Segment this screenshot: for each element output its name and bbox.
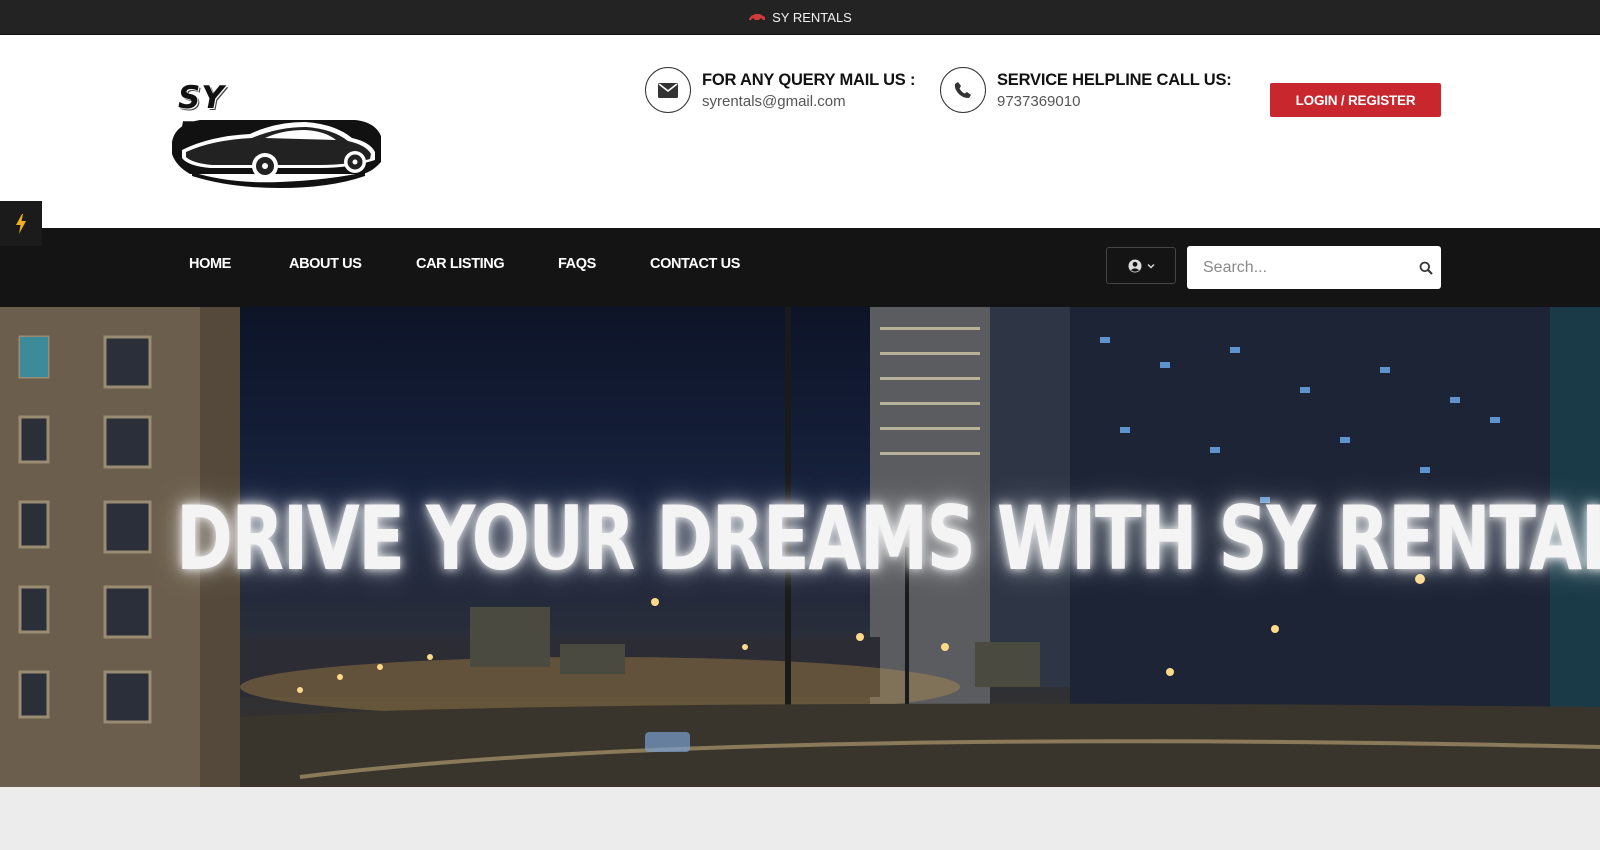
nav-contact-us[interactable]: CONTACT US (650, 256, 740, 272)
mail-title: FOR ANY QUERY MAIL US : (702, 70, 916, 89)
nav-about-us[interactable]: ABOUT US (289, 256, 362, 272)
site-header: SY RENTALS FOR ANY QUERY MAIL US : syren… (0, 35, 1600, 228)
user-menu-button[interactable] (1106, 247, 1176, 284)
page: SY RENTALS SY RENTALS FOR ANY QUERY MAIL… (0, 0, 1600, 850)
envelope-icon (645, 67, 691, 113)
phone-icon (940, 67, 986, 113)
lightning-icon (16, 213, 26, 234)
top-bar-brand[interactable]: SY RENTALS (748, 10, 852, 25)
search-input[interactable] (1187, 246, 1410, 289)
top-bar-brand-label: SY RENTALS (772, 9, 852, 25)
contact-phone: SERVICE HELPLINE CALL US: 9737369010 (940, 67, 1232, 113)
search-icon (1419, 261, 1433, 275)
nav-faqs[interactable]: FAQS (558, 256, 596, 272)
nav-car-listing[interactable]: CAR LISTING (416, 256, 505, 272)
nav-home[interactable]: HOME (189, 256, 231, 272)
top-bar: SY RENTALS (0, 0, 1600, 35)
flash-toggle[interactable] (0, 201, 42, 246)
main-nav: HOME ABOUT US CAR LISTING FAQS CONTACT U… (0, 228, 1600, 307)
chevron-down-icon (1147, 263, 1154, 268)
hero-banner: DRIVE YOUR DREAMS WITH SY RENTALS (0, 307, 1600, 787)
search-box (1187, 246, 1441, 289)
user-circle-icon (1128, 259, 1141, 272)
logo-car-icon (172, 120, 381, 188)
hero-title: DRIVE YOUR DREAMS WITH SY RENTALS (176, 487, 1600, 590)
car-icon (749, 14, 766, 22)
phone-number[interactable]: 9737369010 (997, 93, 1232, 110)
site-logo[interactable]: SY RENTALS (170, 80, 385, 220)
phone-title: SERVICE HELPLINE CALL US: (997, 70, 1232, 89)
contact-mail: FOR ANY QUERY MAIL US : syrentals@gmail.… (645, 67, 915, 113)
search-button[interactable] (1410, 246, 1441, 289)
content-area (0, 787, 1600, 850)
mail-address[interactable]: syrentals@gmail.com (702, 93, 915, 110)
login-register-button[interactable]: LOGIN / REGISTER (1270, 83, 1441, 117)
